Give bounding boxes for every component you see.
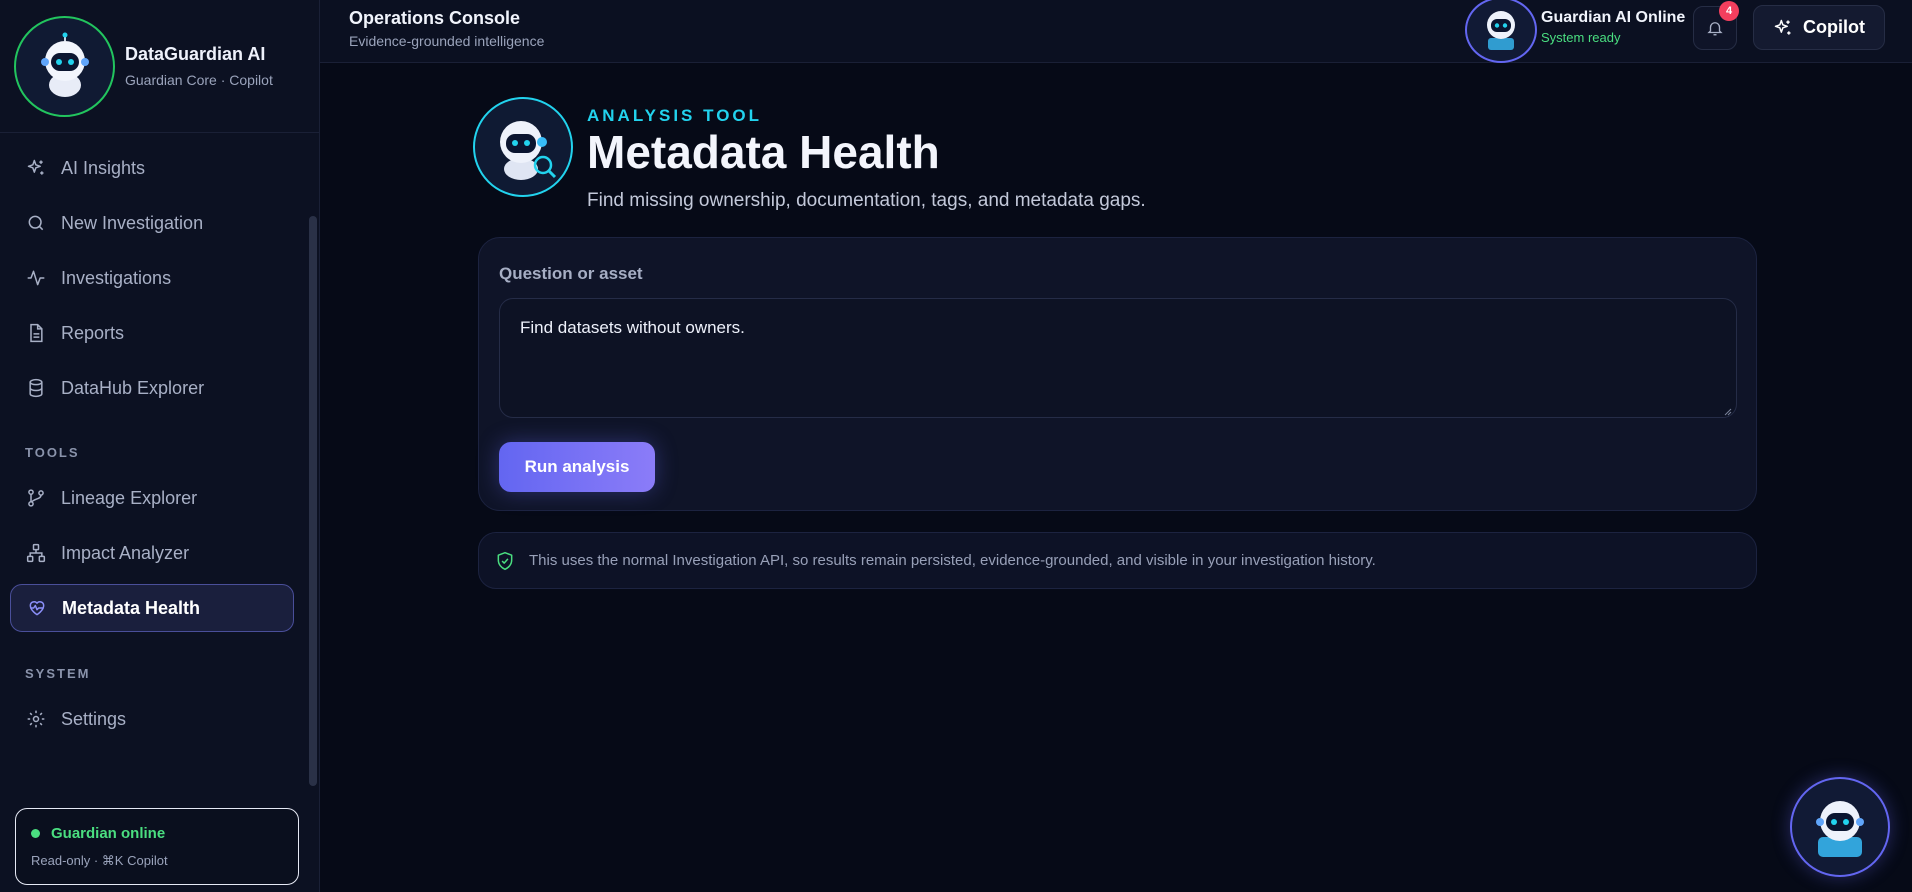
sidebar-item-label: Reports [61,322,125,343]
brand-title: DataGuardian AI [125,44,266,64]
sidebar: DataGuardian AI Guardian Core · Copilot … [0,0,320,892]
shield-check-icon [495,551,515,571]
sidebar-item-investigations[interactable]: Investigations [10,254,294,302]
activity-icon [25,267,47,289]
copilot-button[interactable]: Copilot [1753,5,1885,50]
page-title: Operations Console [349,8,521,28]
section-label-tools: TOOLS [25,445,80,460]
resize-handle-icon[interactable] [1724,408,1732,416]
sidebar-nav: AI Insights New Investigation Investigat… [0,133,306,788]
sidebar-item-settings[interactable]: Settings [10,695,294,743]
sparkles-icon [25,157,47,179]
run-analysis-button[interactable]: Run analysis [499,442,655,492]
ai-state-label: System ready [1541,30,1621,45]
sidebar-item-label: Settings [61,708,127,729]
sidebar-item-new-investigation[interactable]: New Investigation [10,199,294,247]
guardian-avatar-icon[interactable] [1465,0,1537,63]
sidebar-item-lineage-explorer[interactable]: Lineage Explorer [10,474,294,522]
api-info-note: This uses the normal Investigation API, … [478,532,1757,589]
question-input[interactable] [499,298,1737,418]
sidebar-item-metadata-health[interactable]: Metadata Health [10,584,294,632]
ai-status-label: Guardian AI Online [1541,9,1686,26]
tool-title: Metadata Health [587,126,940,178]
online-dot-icon [31,829,40,838]
copilot-label: Copilot [1803,17,1865,37]
sidebar-item-label: Lineage Explorer [61,487,198,508]
tool-eyebrow: ANALYSIS TOOL [587,106,763,125]
sidebar-item-label: Metadata Health [62,597,201,618]
sidebar-item-label: Impact Analyzer [61,542,190,563]
page-subtitle: Evidence-grounded intelligence [349,33,545,49]
note-text: This uses the normal Investigation API, … [529,552,1376,569]
brand: DataGuardian AI Guardian Core · Copilot [0,0,319,133]
tool-subtitle: Find missing ownership, documentation, t… [587,190,1146,211]
brand-subtitle: Guardian Core · Copilot [125,72,273,88]
copilot-fab-avatar[interactable] [1790,777,1890,877]
topbar: Operations Console Evidence-grounded int… [320,0,1912,63]
sidebar-item-reports[interactable]: Reports [10,309,294,357]
sidebar-item-label: Investigations [61,267,172,288]
sparkles-icon [1773,18,1793,38]
sidebar-item-datahub-explorer[interactable]: DataHub Explorer [10,364,294,412]
heart-pulse-icon [26,597,48,619]
status-title: Guardian online [51,825,166,842]
analysis-form-card: Question or asset Run analysis [478,237,1757,511]
gear-icon [25,708,47,730]
sidebar-item-label: DataHub Explorer [61,377,205,398]
notification-badge: 4 [1719,1,1739,21]
guardian-status-card: Guardian online Read-only · ⌘K Copilot [15,808,299,885]
git-branch-icon [25,487,47,509]
database-icon [25,377,47,399]
status-subtitle: Read-only · ⌘K Copilot [31,853,168,868]
sidebar-item-label: New Investigation [61,212,204,233]
analysis-robot-icon [473,97,573,197]
sidebar-item-label: AI Insights [61,157,146,178]
question-field-label: Question or asset [499,264,643,283]
search-icon [25,212,47,234]
robot-avatar-icon [14,15,115,117]
section-label-system: SYSTEM [25,666,91,681]
network-icon [25,542,47,564]
document-icon [25,322,47,344]
sidebar-scrollbar[interactable] [309,216,317,786]
sidebar-item-ai-insights[interactable]: AI Insights [10,144,294,192]
sidebar-item-impact-analyzer[interactable]: Impact Analyzer [10,529,294,577]
bell-icon [1706,19,1724,37]
